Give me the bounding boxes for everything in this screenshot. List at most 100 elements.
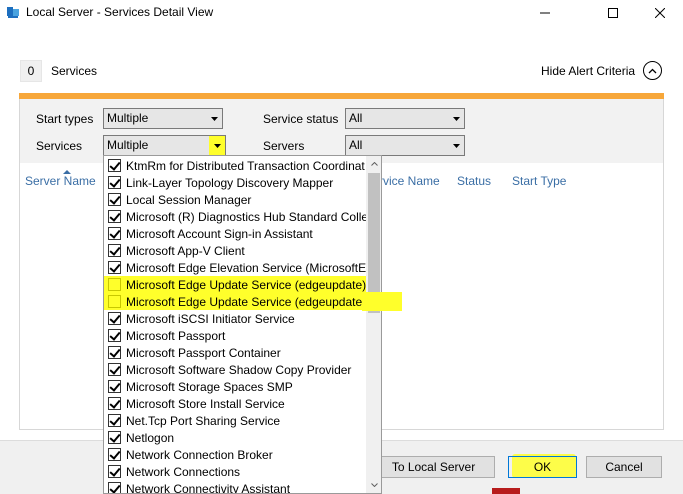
service-checklist-item[interactable]: Link-Layer Topology Discovery Mapper xyxy=(104,174,366,191)
dropdown-arrow-icon xyxy=(206,109,222,128)
service-checklist-item-label: Microsoft Store Install Service xyxy=(126,396,285,411)
checkbox-checked[interactable] xyxy=(108,159,121,172)
service-checklist-item-label: Netlogon xyxy=(126,430,175,445)
to-local-server-button[interactable]: To Local Server xyxy=(372,456,495,478)
service-checklist-item[interactable]: Microsoft Account Sign-in Assistant xyxy=(104,225,366,242)
services-dropdown-list[interactable]: KtmRm for Distributed Transaction Coordi… xyxy=(103,155,382,494)
checkbox-checked[interactable] xyxy=(108,482,121,493)
service-checklist-item[interactable]: Microsoft Edge Update Service (edgeupdat… xyxy=(104,276,366,293)
dropdown-arrow-icon xyxy=(448,109,464,128)
service-checklist-item-label: Microsoft Storage Spaces SMP xyxy=(126,379,293,394)
chevron-up-icon xyxy=(370,162,378,166)
service-checklist-item[interactable]: Network Connectivity Assistant xyxy=(104,480,366,494)
hide-alert-criteria-button[interactable] xyxy=(643,61,662,80)
checkbox-checked[interactable] xyxy=(108,261,121,274)
checkbox-checked[interactable] xyxy=(108,193,121,206)
cancel-label: Cancel xyxy=(605,460,643,474)
dropdown-scrollbar[interactable] xyxy=(366,156,381,493)
service-checklist-item[interactable]: Network Connections xyxy=(104,463,366,480)
checkbox-checked[interactable] xyxy=(108,244,121,257)
services-label: Services xyxy=(36,139,83,153)
taskbar-fragment xyxy=(492,488,520,494)
checkbox-checked[interactable] xyxy=(108,397,121,410)
minimize-button[interactable] xyxy=(522,0,568,26)
service-checklist-item-label: Microsoft Software Shadow Copy Provider xyxy=(126,362,352,377)
service-checklist-item[interactable]: Microsoft Software Shadow Copy Provider xyxy=(104,361,366,378)
checkbox-checked[interactable] xyxy=(108,414,121,427)
column-header-service-name[interactable]: rvice Name xyxy=(379,174,440,188)
service-checklist-item[interactable]: Microsoft Passport Container xyxy=(104,344,366,361)
service-status-value: All xyxy=(349,111,363,125)
start-types-select[interactable]: Multiple xyxy=(103,108,223,129)
service-checklist-item-label: Network Connections xyxy=(126,464,241,479)
checkbox-unchecked[interactable] xyxy=(108,278,121,291)
scroll-up-button[interactable] xyxy=(366,156,381,172)
service-checklist-item[interactable]: Microsoft Store Install Service xyxy=(104,395,366,412)
service-checklist-item[interactable]: Microsoft App-V Client xyxy=(104,242,366,259)
close-icon xyxy=(655,8,665,18)
start-types-label: Start types xyxy=(36,112,94,126)
window-title: Local Server - Services Detail View xyxy=(26,5,214,19)
service-checklist-item-label: Microsoft Edge Update Service (edgeupdat… xyxy=(126,294,366,309)
service-checklist-item-label: Microsoft Passport xyxy=(126,328,226,343)
service-status-select[interactable]: All xyxy=(345,108,465,129)
column-header-status[interactable]: Status xyxy=(457,174,491,188)
service-checklist-item-label: Network Connectivity Assistant xyxy=(126,481,291,494)
servers-select[interactable]: All xyxy=(345,135,465,156)
service-checklist-item-label: Link-Layer Topology Discovery Mapper xyxy=(126,175,334,190)
cancel-button[interactable]: Cancel xyxy=(586,456,662,478)
close-button[interactable] xyxy=(637,0,683,26)
scroll-down-button[interactable] xyxy=(366,477,381,493)
chevron-down-icon xyxy=(370,483,378,487)
service-checklist-item[interactable]: Local Session Manager xyxy=(104,191,366,208)
service-checklist-item[interactable]: Microsoft Edge Elevation Service (Micros… xyxy=(104,259,366,276)
service-checklist-item[interactable]: KtmRm for Distributed Transaction Coordi… xyxy=(104,157,366,174)
service-checklist-item[interactable]: Microsoft Edge Update Service (edgeupdat… xyxy=(104,293,366,310)
service-checklist-item[interactable]: Netlogon xyxy=(104,429,366,446)
checkbox-checked[interactable] xyxy=(108,465,121,478)
servers-label: Servers xyxy=(263,139,305,153)
ok-button[interactable]: OK xyxy=(508,456,577,478)
service-checklist-item[interactable]: Net.Tcp Port Sharing Service xyxy=(104,412,366,429)
service-checklist-item[interactable]: Microsoft (R) Diagnostics Hub Standard C… xyxy=(104,208,366,225)
service-checklist-item-label: KtmRm for Distributed Transaction Coordi… xyxy=(126,158,365,173)
checkbox-checked[interactable] xyxy=(108,227,121,240)
service-checklist-item-label: Microsoft Edge Update Service (edgeupdat… xyxy=(126,277,366,292)
service-status-label: Service status xyxy=(263,112,339,126)
column-header-server-name[interactable]: Server Name xyxy=(25,174,96,188)
service-checklist-item-label: Microsoft (R) Diagnostics Hub Standard C… xyxy=(126,209,366,224)
column-header-start-type[interactable]: Start Type xyxy=(512,174,566,188)
checkbox-checked[interactable] xyxy=(108,210,121,223)
service-checklist-item-label: Microsoft Passport Container xyxy=(126,345,281,360)
services-value: Multiple xyxy=(107,138,149,152)
services-count: 0 xyxy=(20,60,42,82)
service-checklist-item-label: Microsoft iSCSI Initiator Service xyxy=(126,311,295,326)
services-count-label: Services xyxy=(51,64,98,78)
service-checklist-item[interactable]: Microsoft iSCSI Initiator Service xyxy=(104,310,366,327)
checkbox-checked[interactable] xyxy=(108,448,121,461)
hide-alert-criteria-link[interactable]: Hide Alert Criteria xyxy=(541,64,635,78)
services-select[interactable]: Multiple xyxy=(103,135,226,156)
checkbox-checked[interactable] xyxy=(108,431,121,444)
to-local-server-label: To Local Server xyxy=(391,460,476,474)
chevron-up-icon xyxy=(648,68,657,73)
ok-label: OK xyxy=(533,460,552,474)
checkbox-checked[interactable] xyxy=(108,312,121,325)
service-checklist-item-label: Microsoft Account Sign-in Assistant xyxy=(126,226,313,241)
title-bar: Local Server - Services Detail View xyxy=(0,0,683,26)
maximize-button[interactable] xyxy=(590,0,636,26)
checkbox-unchecked[interactable] xyxy=(108,295,121,308)
service-checklist-item[interactable]: Microsoft Storage Spaces SMP xyxy=(104,378,366,395)
service-checklist-item-label: Network Connection Broker xyxy=(126,447,273,462)
maximize-icon xyxy=(608,8,618,18)
checkbox-checked[interactable] xyxy=(108,380,121,393)
service-checklist-item[interactable]: Network Connection Broker xyxy=(104,446,366,463)
service-checklist-item[interactable]: Microsoft Passport xyxy=(104,327,366,344)
checkbox-checked[interactable] xyxy=(108,176,121,189)
servers-value: All xyxy=(349,138,363,152)
checkbox-checked[interactable] xyxy=(108,329,121,342)
service-checklist-item-label: Microsoft App-V Client xyxy=(126,243,245,258)
checkbox-checked[interactable] xyxy=(108,346,121,359)
checkbox-checked[interactable] xyxy=(108,363,121,376)
dropdown-arrow-icon xyxy=(209,136,225,155)
